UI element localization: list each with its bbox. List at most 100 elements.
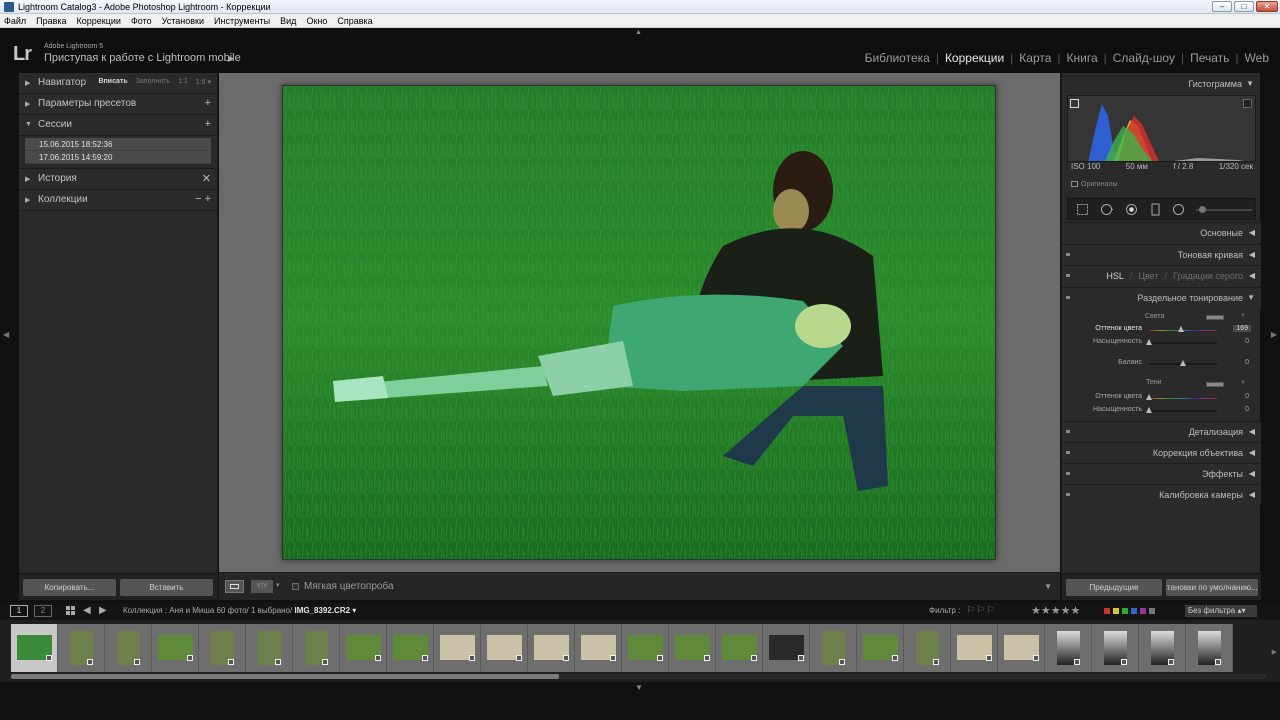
zoom-fill-option[interactable]: Заполнить [136, 78, 170, 86]
module-library[interactable]: Библиотека [865, 51, 930, 65]
originals-checkbox[interactable] [1071, 181, 1078, 187]
filmstrip-thumbnail[interactable] [1092, 624, 1139, 672]
filmstrip-thumbnail[interactable] [11, 624, 58, 672]
menu-help[interactable]: Справка [337, 14, 372, 27]
collapse-left-arrow-icon[interactable]: ◀ [3, 330, 9, 339]
green-label-icon[interactable] [1122, 608, 1128, 614]
detail-header[interactable]: Детализация ◀ [1062, 421, 1261, 442]
reset-defaults-button[interactable]: Установки по умолчанию... [1166, 579, 1258, 596]
tab-grayscale[interactable]: Градации серого [1173, 271, 1243, 281]
rating-filter-stars[interactable]: ★★★★★ [1031, 604, 1080, 617]
filmstrip-thumbnail[interactable] [904, 624, 951, 672]
hsl-header[interactable]: HSL / Цвет / Градации серого ◀ [1062, 265, 1261, 286]
list-item[interactable]: 17.06.2015 14:59:20 [25, 151, 211, 164]
filmstrip-thumbnail[interactable] [58, 624, 105, 672]
balance-slider[interactable]: Баланс 0 [1062, 358, 1261, 370]
histogram-header[interactable]: Гистограмма ▼ [1062, 73, 1260, 95]
slider-knob[interactable] [1177, 326, 1184, 332]
slider-track[interactable] [1149, 398, 1217, 399]
filter-preset-select[interactable]: Без фильтра ▴▾ [1185, 605, 1257, 617]
back-arrow-icon[interactable]: ◀ [83, 605, 91, 616]
shadow-clipping-toggle[interactable] [1070, 99, 1079, 108]
chevron-down-icon[interactable]: ▾ [276, 581, 280, 589]
menu-edit[interactable]: Правка [36, 14, 66, 27]
play-arrow-icon[interactable]: ▶ [228, 54, 234, 63]
collapse-top-arrow-icon[interactable]: ▲ [635, 29, 642, 36]
main-photo[interactable] [282, 85, 996, 560]
panel-switch-icon[interactable] [1066, 493, 1070, 496]
histogram[interactable] [1067, 95, 1256, 162]
copy-button[interactable]: Копировать... [23, 579, 116, 596]
scrollbar-thumb[interactable] [11, 674, 559, 679]
module-slideshow[interactable]: Слайд-шоу [1113, 51, 1175, 65]
close-button[interactable]: ✕ [1256, 1, 1278, 12]
slider-value[interactable]: 0 [1245, 393, 1249, 400]
slider-value[interactable]: 169 [1233, 325, 1251, 332]
panel-switch-icon[interactable] [1066, 472, 1070, 475]
display-1-button[interactable]: 1 [10, 605, 28, 617]
highlights-hue-slider[interactable]: Оттенок цвета 169 [1062, 324, 1261, 336]
menu-settings[interactable]: Установки [162, 14, 204, 27]
history-header[interactable]: ▶ История ✕ [19, 169, 217, 190]
gray-label-icon[interactable] [1149, 608, 1155, 614]
slider-value[interactable]: 0 [1245, 359, 1249, 366]
filmstrip-thumbnail[interactable] [669, 624, 716, 672]
collection-name[interactable]: Коллекция : Аня и Миша [123, 606, 214, 615]
filmstrip-thumbnail[interactable] [293, 624, 340, 672]
filmstrip-thumbnail[interactable] [763, 624, 810, 672]
filmstrip-thumbnail[interactable] [810, 624, 857, 672]
yellow-label-icon[interactable] [1113, 608, 1119, 614]
shadows-saturation-slider[interactable]: Насыщенность 0 [1062, 405, 1261, 417]
panel-switch-icon[interactable] [1066, 430, 1070, 433]
camera-calibration-header[interactable]: Калибровка камеры ◀ [1062, 484, 1261, 505]
collapse-right-arrow-icon[interactable]: ▶ [1271, 330, 1277, 339]
highlights-saturation-slider[interactable]: Насыщенность 0 [1062, 337, 1261, 349]
toolbar-menu-icon[interactable]: ▼ [1044, 582, 1052, 591]
slider-track[interactable] [1149, 410, 1217, 412]
flag-filter-icons[interactable]: ⚐⚐⚐ [966, 605, 996, 616]
sessions-header[interactable]: ▼ Сессии + [19, 115, 217, 136]
previous-button[interactable]: Предыдущие [1066, 579, 1162, 596]
effects-header[interactable]: Эффекты ◀ [1062, 463, 1261, 484]
add-preset-button[interactable]: + [205, 97, 211, 109]
filmstrip-thumbnail[interactable] [105, 624, 152, 672]
grid-view-icon[interactable] [66, 606, 76, 616]
menu-photo[interactable]: Фото [131, 14, 152, 27]
zoom-1-1-option[interactable]: 1:1 [178, 78, 188, 86]
filmstrip-scroll-right-icon[interactable]: ▶ [1272, 648, 1277, 656]
panel-switch-icon[interactable] [1066, 274, 1070, 277]
before-after-button[interactable]: Y|Y [251, 580, 273, 593]
tone-curve-header[interactable]: Тоновая кривая ◀ [1062, 244, 1261, 265]
module-print[interactable]: Печать [1190, 51, 1229, 65]
display-2-button[interactable]: 2 [34, 605, 52, 617]
collapse-bottom-arrow-icon[interactable]: ▼ [635, 683, 643, 692]
red-eye-icon[interactable] [1125, 203, 1138, 216]
collections-actions[interactable]: − + [195, 193, 211, 205]
shadows-hue-slider[interactable]: Оттенок цвета 0 [1062, 392, 1261, 404]
current-file[interactable]: IMG_8392.CR2 ▾ [294, 606, 356, 615]
filmstrip-thumbnail[interactable] [434, 624, 481, 672]
module-develop[interactable]: Коррекции [945, 51, 1004, 65]
filmstrip-thumbnail[interactable] [716, 624, 763, 672]
lens-correction-header[interactable]: Коррекция объектива ◀ [1062, 442, 1261, 463]
slider-knob[interactable] [1146, 394, 1152, 400]
filmstrip-thumbnail[interactable] [1045, 624, 1092, 672]
filmstrip-thumbnail[interactable] [387, 624, 434, 672]
purple-label-icon[interactable] [1140, 608, 1146, 614]
radial-filter-icon[interactable] [1172, 203, 1185, 216]
slider-value[interactable]: 0 [1245, 406, 1249, 413]
panel-switch-icon[interactable] [1066, 253, 1070, 256]
menu-window[interactable]: Окно [306, 14, 327, 27]
filmstrip-scrollbar[interactable] [11, 674, 1266, 679]
menu-develop[interactable]: Коррекции [77, 14, 121, 27]
filmstrip-thumbnail[interactable] [528, 624, 575, 672]
filmstrip-thumbnail[interactable] [199, 624, 246, 672]
filmstrip-thumbnail[interactable] [1139, 624, 1186, 672]
filmstrip-thumbnail[interactable] [951, 624, 998, 672]
originals-toggle[interactable]: Оригиналы [1071, 181, 1118, 188]
add-session-button[interactable]: + [205, 118, 211, 130]
maximize-button[interactable]: □ [1234, 1, 1254, 12]
collections-header[interactable]: ▶ Коллекции − + [19, 190, 217, 211]
module-web[interactable]: Web [1245, 51, 1269, 65]
clear-history-button[interactable]: ✕ [202, 172, 211, 185]
